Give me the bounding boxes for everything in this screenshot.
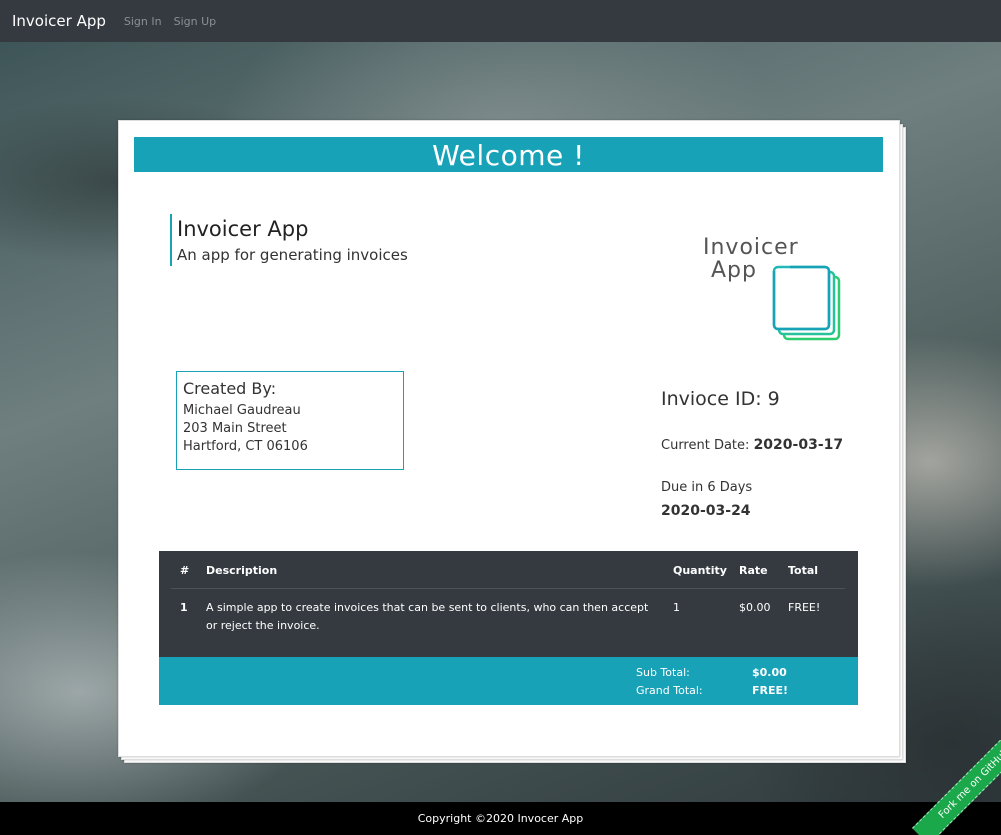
invoice-table: # Description Quantity Rate Total 1 A si… [159,551,858,657]
navbar-brand[interactable]: Invoicer App [12,12,106,30]
welcome-banner: Welcome ! [134,137,883,172]
invoice-id: Invioce ID: 9 [661,388,780,410]
github-ribbon-container: Fork me on GitHub [900,740,1001,835]
table-header-description: Description [206,564,278,577]
hero-title: Invoicer App [177,217,309,241]
grand-total-label: Grand Total: [636,684,703,697]
row-rate: $0.00 [739,601,771,614]
sign-in-link[interactable]: Sign In [124,15,162,28]
logo-text-line2: App [711,258,757,283]
created-by-heading: Created By: [183,379,277,398]
creator-city: Hartford, CT 06106 [183,439,308,454]
stacked-documents-icon [772,265,841,341]
row-quantity: 1 [673,601,680,614]
navbar: Invoicer App Sign In Sign Up [0,0,1001,42]
row-total: FREE! [788,601,821,614]
totals-bar: Sub Total: $0.00 Grand Total: FREE! [159,657,858,705]
row-num: 1 [180,601,188,614]
grand-total-value: FREE! [752,684,789,697]
current-date-label: Current Date: [661,438,750,453]
current-date-value: 2020-03-17 [753,437,844,453]
subtotal-value: $0.00 [752,666,787,679]
hero-subtitle: An app for generating invoices [177,246,408,264]
footer: Copyright ©2020 Invocer App [0,802,1001,835]
app-logo: Invoicer App [700,236,845,344]
due-label: Due in 6 Days [661,480,753,495]
sign-up-link[interactable]: Sign Up [174,15,217,28]
table-header-quantity: Quantity [673,564,727,577]
creator-name: Michael Gaudreau [183,403,301,418]
current-date: Current Date: 2020-03-17 [661,437,843,453]
table-divider [171,588,845,589]
hero: Invoicer App An app for generating invoi… [170,214,408,266]
fork-on-github-ribbon[interactable]: Fork me on GitHub [912,740,1001,835]
table-header-num: # [180,564,190,577]
creator-street: 203 Main Street [183,421,287,436]
due-date: 2020-03-24 [661,503,751,519]
created-by-card: Created By: Michael Gaudreau 203 Main St… [176,371,404,470]
logo-text-line1: Invoicer [703,235,799,260]
table-header-total: Total [788,564,819,577]
table-header-rate: Rate [739,564,768,577]
subtotal-label: Sub Total: [636,666,690,679]
row-description: A simple app to create invoices that can… [206,601,649,632]
